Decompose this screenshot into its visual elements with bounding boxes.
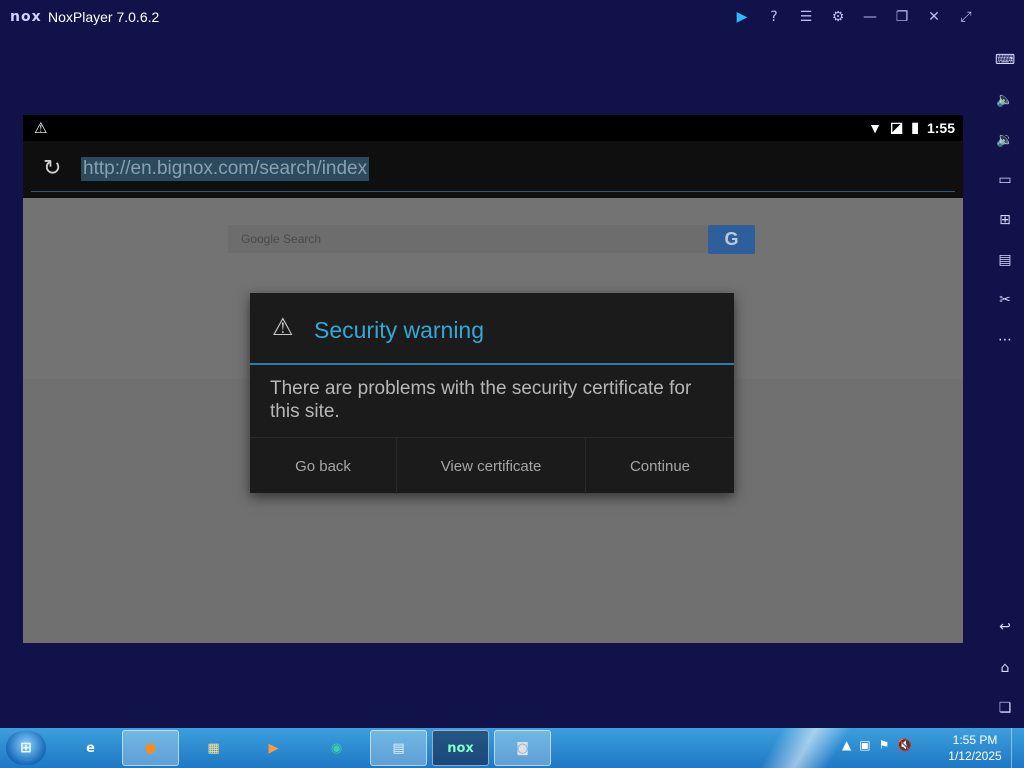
google-search-button[interactable]: G (708, 225, 755, 254)
browser-url-bar: ↻ http://en.bignox.com/search/index (23, 141, 963, 198)
warning-icon: ⚠ (272, 313, 294, 341)
view-certificate-button[interactable]: View certificate (396, 438, 585, 494)
keyboard-icon[interactable]: ⌨ (992, 47, 1018, 73)
taskbar-clock[interactable]: 1:55 PM 1/12/2025 (940, 732, 1010, 764)
settings-icon[interactable]: ⚙ (826, 6, 850, 28)
action-center-flag-icon[interactable]: ⚑ (879, 738, 890, 752)
url-field[interactable]: http://en.bignox.com/search/index (81, 157, 370, 181)
scissors-icon[interactable]: ✂ (992, 287, 1018, 313)
internet-explorer-icon[interactable]: e (62, 730, 119, 766)
firefox-icon[interactable]: ● (122, 730, 179, 766)
home-icon[interactable]: ⌂ (992, 655, 1018, 681)
volume-down-icon[interactable]: 🔉 (992, 127, 1018, 153)
dialog-message: There are problems with the security cer… (270, 378, 692, 422)
network-icon[interactable]: ▣ (859, 738, 870, 752)
volume-muted-icon[interactable]: 🔇 (897, 738, 912, 752)
show-desktop-button[interactable] (1011, 728, 1024, 768)
google-search-input[interactable]: Google Search (228, 225, 708, 253)
clock-date: 1/12/2025 (948, 749, 1002, 763)
go-back-button[interactable]: Go back (250, 438, 396, 494)
dialog-title: Security warning (314, 317, 485, 343)
apk-install-icon[interactable]: ⊞ (992, 207, 1018, 233)
window-controls: ▶ ? ☰ ⚙ — ❐ ✕ ⤢ (730, 6, 978, 28)
window-title: NoxPlayer 7.0.6.2 (48, 9, 160, 25)
system-tray: ▲ ▣ ⚑ 🔇 (842, 738, 912, 752)
noxplayer-taskbar-icon[interactable]: nox (432, 730, 489, 766)
status-time: 1:55 (926, 119, 955, 136)
green-app-icon[interactable]: ◉ (308, 730, 365, 766)
nox-sidebar: ⌨ 🔈 🔉 ▭ ⊞ ▤ ✂ ⋯ ↩ ⌂ ❏ (986, 0, 1024, 728)
close-icon[interactable]: ✕ (922, 6, 946, 28)
play-store-icon[interactable]: ▶ (730, 6, 754, 28)
media-player-icon[interactable]: ▶ (245, 730, 302, 766)
screen-icon[interactable]: ▭ (992, 167, 1018, 193)
minimize-icon[interactable]: — (858, 6, 882, 28)
android-status-bar: ⚠ ▼ ◪ ▮ 1:55 (23, 115, 963, 141)
nox-logo: nox (10, 9, 42, 25)
continue-button[interactable]: Continue (585, 438, 734, 494)
battery-icon: ▮ (911, 119, 919, 135)
restore-icon[interactable]: ❐ (890, 6, 914, 28)
volume-up-icon[interactable]: 🔈 (992, 87, 1018, 113)
dialog-header: ⚠ Security warning (250, 293, 734, 363)
disk-tool-icon[interactable]: ◙ (494, 730, 551, 766)
expand-icon[interactable]: ⤢ (954, 6, 978, 28)
control-panel-icon[interactable]: ▤ (370, 730, 427, 766)
recent-apps-icon[interactable]: ❏ (992, 695, 1018, 721)
dialog-buttons: Go back View certificate Continue (250, 437, 734, 494)
tray-expand-icon[interactable]: ▲ (842, 738, 851, 752)
help-icon[interactable]: ? (762, 6, 786, 28)
url-underline (31, 191, 955, 192)
dialog-divider (250, 363, 734, 365)
warning-icon: ⚠ (34, 119, 48, 137)
title-bar: nox NoxPlayer 7.0.6.2 ▶ ? ☰ ⚙ — ❐ ✕ ⤢ (0, 0, 986, 34)
more-icon[interactable]: ⋯ (992, 327, 1018, 353)
windows-taskbar: ⊞ e ● ▦ ▶ ◉ ▤ nox ◙ ▲ ▣ ⚑ 🔇 1:55 PM 1/12… (0, 728, 1024, 768)
security-warning-dialog: ⚠ Security warning There are problems wi… (250, 293, 734, 494)
wifi-icon: ▼ (868, 119, 883, 136)
back-icon[interactable]: ↩ (992, 614, 1018, 640)
taskbar-glow (760, 728, 850, 768)
file-explorer-icon[interactable]: ▦ (185, 730, 242, 766)
menu-icon[interactable]: ☰ (794, 6, 818, 28)
multi-instance-icon[interactable]: ▤ (992, 247, 1018, 273)
refresh-icon[interactable]: ↻ (43, 156, 69, 182)
no-sim-icon: ◪ (890, 119, 904, 135)
clock-time: 1:55 PM (952, 733, 998, 747)
start-button[interactable]: ⊞ (6, 731, 46, 765)
